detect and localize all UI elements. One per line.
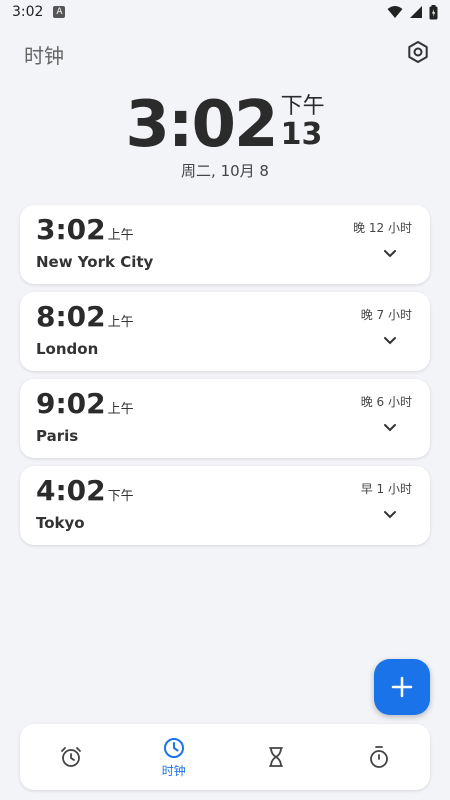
world-clock-card[interactable]: 9:02 上午 Paris 晚 6 小时 xyxy=(20,379,430,458)
signal-icon xyxy=(410,6,422,18)
city-name: Paris xyxy=(36,427,79,445)
wifi-icon xyxy=(387,6,403,18)
status-time: 3:02 xyxy=(12,4,44,20)
world-clock-card[interactable]: 4:02 下午 Tokyo 早 1 小时 xyxy=(20,466,430,545)
main-clock: 3:02 下午 13 xyxy=(0,92,450,158)
main-clock-side: 下午 13 xyxy=(281,92,325,150)
settings-button[interactable] xyxy=(404,38,432,66)
city-time: 4:02 下午 xyxy=(36,474,134,507)
notification-a-icon: A xyxy=(53,6,66,18)
app-title: 时钟 xyxy=(24,44,64,68)
bottom-navigation: 时钟 xyxy=(20,724,430,790)
city-ampm: 下午 xyxy=(107,489,134,504)
city-time: 9:02 上午 xyxy=(36,387,134,420)
main-clock-time: 3:02 xyxy=(125,88,278,162)
city-ampm: 上午 xyxy=(107,228,134,243)
chevron-down-icon[interactable] xyxy=(382,245,398,261)
city-time-difference: 早 1 小时 xyxy=(360,482,412,496)
clock-app-screen: 3:02 A 时钟 3:02 下午 13 周二, 10月 8 3:02 上午 N… xyxy=(0,0,450,800)
gear-icon xyxy=(408,41,428,63)
city-time: 8:02 上午 xyxy=(36,300,134,333)
chevron-down-icon[interactable] xyxy=(382,419,398,435)
city-name: New York City xyxy=(36,253,154,271)
main-clock-date: 周二, 10月 8 xyxy=(181,162,269,180)
add-city-button[interactable] xyxy=(374,659,430,715)
main-clock-seconds: 13 xyxy=(280,117,323,152)
hourglass-icon xyxy=(269,747,284,767)
plus-icon xyxy=(391,676,413,698)
city-time: 3:02 上午 xyxy=(36,213,134,246)
city-ampm: 上午 xyxy=(107,402,134,417)
nav-item-clock-label: 时钟 xyxy=(161,763,186,778)
chevron-down-icon[interactable] xyxy=(382,506,398,522)
clock-icon xyxy=(163,737,184,758)
world-clock-card[interactable]: 3:02 上午 New York City 晚 12 小时 xyxy=(20,205,430,284)
city-time-difference: 晚 7 小时 xyxy=(360,308,412,322)
city-name: London xyxy=(36,340,99,358)
status-bar: 3:02 A xyxy=(0,0,450,24)
city-time-difference: 晚 12 小时 xyxy=(353,221,412,235)
nav-item-alarm[interactable] xyxy=(20,724,123,790)
world-clock-card[interactable]: 8:02 上午 London 晚 7 小时 xyxy=(20,292,430,371)
battery-icon xyxy=(429,4,438,19)
alarm-icon xyxy=(61,747,82,767)
status-icons xyxy=(387,4,438,20)
nav-item-timer[interactable] xyxy=(225,724,328,790)
city-ampm: 上午 xyxy=(107,315,134,330)
chevron-down-icon[interactable] xyxy=(382,332,398,348)
stopwatch-icon xyxy=(369,746,388,768)
city-time-difference: 晚 6 小时 xyxy=(360,395,412,409)
city-name: Tokyo xyxy=(36,514,85,532)
nav-item-stopwatch[interactable] xyxy=(328,724,431,790)
nav-item-clock[interactable]: 时钟 xyxy=(123,724,226,790)
